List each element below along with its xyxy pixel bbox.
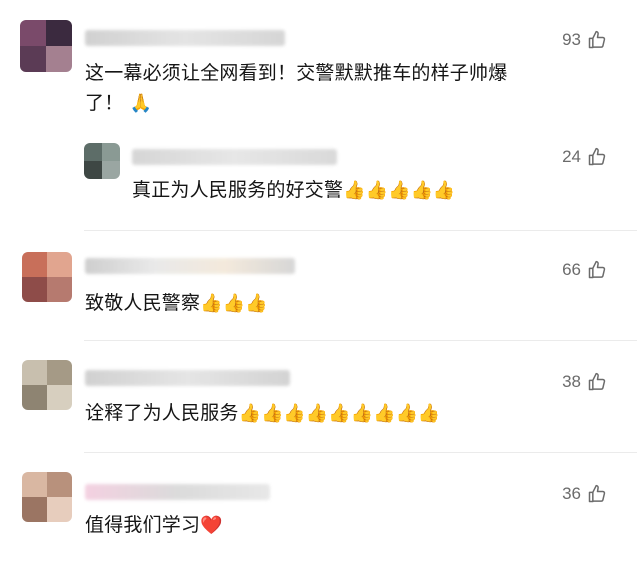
comment-item: 38 诠释了为人民服务👍👍👍👍👍👍👍👍👍 xyxy=(0,340,637,450)
comment-item: 93 这一幕必须让全网看到！交警默默推车的样子帅爆 了！ 🙏 xyxy=(0,0,637,125)
comment-text: 诠释了为人民服务👍👍👍👍👍👍👍👍👍 xyxy=(85,402,441,424)
like-count: 38 xyxy=(562,372,581,391)
like-button[interactable]: 66 xyxy=(562,260,607,280)
thumb-up-icon xyxy=(588,147,606,166)
thumb-up-icon xyxy=(588,260,606,279)
username-blurred[interactable] xyxy=(132,149,337,165)
like-button[interactable]: 93 xyxy=(562,30,607,50)
thumb-up-icon xyxy=(588,372,606,391)
username-blurred[interactable] xyxy=(85,484,270,500)
like-count: 36 xyxy=(562,484,581,503)
username-blurred[interactable] xyxy=(85,30,285,46)
comment-text: 值得我们学习❤️ xyxy=(85,514,223,536)
like-button[interactable]: 24 xyxy=(562,147,607,167)
thumb-up-icon xyxy=(588,484,606,503)
comment-item: 36 值得我们学习❤️ xyxy=(0,452,637,567)
pray-emoji: 🙏 xyxy=(129,93,153,114)
like-count: 66 xyxy=(562,260,581,279)
avatar[interactable] xyxy=(84,143,120,179)
comment-text: 真正为人民服务的好交警👍👍👍👍👍 xyxy=(132,179,456,201)
heart-emoji: ❤️ xyxy=(200,515,223,536)
like-count: 24 xyxy=(562,147,581,166)
comment-item: 66 致敬人民警察👍👍👍 xyxy=(0,230,637,340)
username-blurred[interactable] xyxy=(85,258,295,274)
avatar[interactable] xyxy=(20,20,72,72)
avatar[interactable] xyxy=(22,360,72,410)
thumbs-up-emoji: 👍👍👍👍👍 xyxy=(343,180,456,201)
like-count: 93 xyxy=(562,30,581,49)
reply-item: 24 真正为人民服务的好交警👍👍👍👍👍 xyxy=(0,125,637,225)
thumbs-up-emoji: 👍👍👍👍👍👍👍👍👍 xyxy=(238,403,441,424)
username-blurred[interactable] xyxy=(85,370,290,386)
comment-text: 致敬人民警察👍👍👍 xyxy=(85,292,268,314)
thumbs-up-emoji: 👍👍👍 xyxy=(200,293,268,314)
like-button[interactable]: 38 xyxy=(562,372,607,392)
avatar[interactable] xyxy=(22,252,72,302)
avatar[interactable] xyxy=(22,472,72,522)
comment-text: 这一幕必须让全网看到！交警默默推车的样子帅爆 了！ 🙏 xyxy=(85,62,508,114)
like-button[interactable]: 36 xyxy=(562,484,607,504)
thumb-up-icon xyxy=(588,30,606,49)
